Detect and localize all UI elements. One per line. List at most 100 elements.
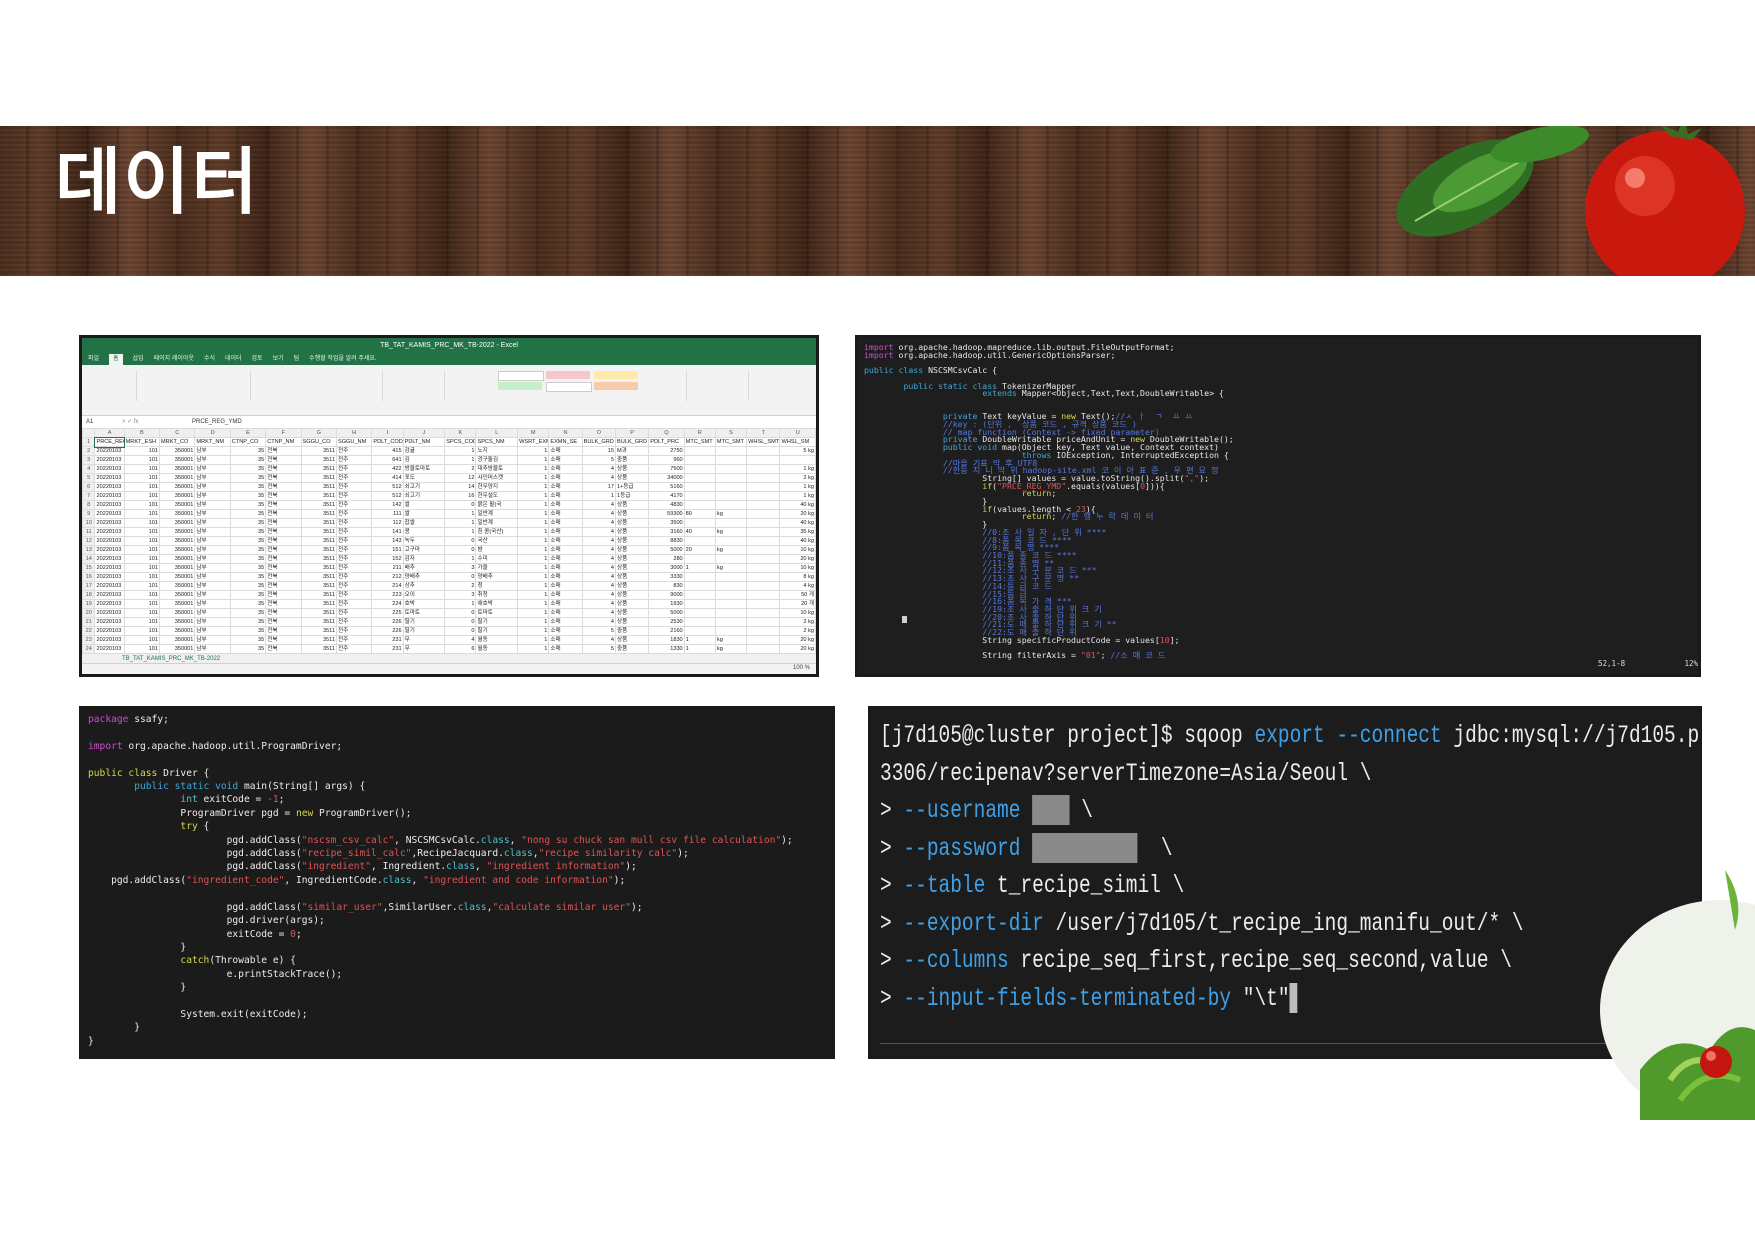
cell[interactable]: 상품 <box>614 500 650 510</box>
cell[interactable]: 전북 <box>265 572 302 582</box>
cell[interactable]: 225 <box>371 608 404 618</box>
cell[interactable]: 5000 <box>648 608 685 618</box>
cell[interactable]: 남부 <box>194 545 231 555</box>
cell[interactable] <box>746 572 781 582</box>
cell[interactable] <box>714 473 748 483</box>
cell[interactable]: 1330 <box>648 644 685 654</box>
alignment-group[interactable] <box>252 371 383 401</box>
header-cell[interactable]: WHSL_SM <box>779 437 816 447</box>
cell[interactable]: 3 <box>444 563 477 573</box>
cell[interactable]: 350001 <box>159 590 196 600</box>
font-group[interactable] <box>138 371 251 401</box>
cell[interactable]: 2 <box>444 464 477 474</box>
cell[interactable]: 1등급 <box>614 491 650 501</box>
cell[interactable]: 101 <box>123 446 161 456</box>
row-number[interactable]: 19 <box>82 599 96 609</box>
cell[interactable]: 3511 <box>300 464 337 474</box>
cell[interactable]: 40 kg <box>779 518 816 528</box>
cell[interactable]: 전주 <box>335 608 373 618</box>
cell[interactable]: 소매 <box>548 446 583 456</box>
cell[interactable]: 350001 <box>159 464 196 474</box>
cell[interactable]: 101 <box>123 518 161 528</box>
column-letter[interactable]: O <box>581 428 616 438</box>
cell[interactable]: 전주 <box>335 491 373 501</box>
cell[interactable]: 211 <box>371 563 404 573</box>
cell[interactable]: 상품 <box>614 572 650 582</box>
cell[interactable] <box>714 581 748 591</box>
cell[interactable]: 59300 <box>648 509 685 519</box>
header-cell[interactable]: WHSL_SMT <box>746 437 781 447</box>
cell[interactable]: 남부 <box>194 626 231 636</box>
cell[interactable]: 1 <box>517 518 550 528</box>
cell[interactable]: 34000 <box>648 473 685 483</box>
cell[interactable]: 남부 <box>194 599 231 609</box>
row-number[interactable]: 3 <box>82 455 96 465</box>
cell[interactable]: 상품 <box>614 617 650 627</box>
cell[interactable]: 101 <box>123 563 161 573</box>
cell[interactable]: 1 <box>517 626 550 636</box>
cell[interactable]: 1 <box>517 581 550 591</box>
column-letter[interactable]: E <box>229 428 267 438</box>
cell[interactable]: 4 <box>581 590 616 600</box>
cell[interactable]: 20220103 <box>94 635 125 645</box>
number-group[interactable] <box>384 371 445 401</box>
cell[interactable]: 일반계 <box>475 509 519 519</box>
cell[interactable]: 전주 <box>335 509 373 519</box>
cell[interactable]: 찹쌀 <box>402 518 446 528</box>
cell[interactable]: 2 kg <box>779 617 816 627</box>
cell[interactable]: 20220103 <box>94 626 125 636</box>
cell[interactable]: 414 <box>371 473 404 483</box>
cell[interactable] <box>746 608 781 618</box>
cell[interactable]: 남부 <box>194 464 231 474</box>
cell[interactable]: 전북 <box>265 545 302 555</box>
header-cell[interactable]: CTNP_NM <box>265 437 302 447</box>
cell[interactable]: 3511 <box>300 545 337 555</box>
row-number[interactable]: 23 <box>82 635 96 645</box>
cell[interactable]: 20 kg <box>779 644 816 654</box>
cells-group[interactable] <box>688 371 749 401</box>
cell[interactable]: 35 <box>229 527 267 537</box>
cell[interactable]: 1 <box>517 572 550 582</box>
cell[interactable]: 쇠고기 <box>402 482 446 492</box>
cell[interactable]: 231 <box>371 644 404 654</box>
cell[interactable] <box>746 491 781 501</box>
cell[interactable]: 상품 <box>614 581 650 591</box>
cell[interactable]: 소매 <box>548 455 583 465</box>
row-number[interactable]: 20 <box>82 608 96 618</box>
cell[interactable]: 전북 <box>265 509 302 519</box>
cell[interactable]: 월동 <box>475 635 519 645</box>
cell[interactable]: 전북 <box>265 446 302 456</box>
cell[interactable]: 35 <box>229 599 267 609</box>
cell[interactable]: 151 <box>371 545 404 555</box>
cell[interactable]: 5000 <box>648 545 685 555</box>
cell[interactable]: 남부 <box>194 554 231 564</box>
cell[interactable]: 호박 <box>402 599 446 609</box>
cell[interactable]: 1 <box>581 491 616 501</box>
cell[interactable]: 1 <box>683 563 716 573</box>
cell[interactable]: 취청 <box>475 590 519 600</box>
cell[interactable]: 3511 <box>300 500 337 510</box>
column-letter[interactable]: S <box>714 428 748 438</box>
cell[interactable]: 5 kg <box>779 446 816 456</box>
ribbon-tab[interactable]: 팀 <box>294 354 300 365</box>
column-letter[interactable]: L <box>475 428 519 438</box>
cell[interactable]: 50 개 <box>779 590 816 600</box>
cell[interactable]: 350001 <box>159 509 196 519</box>
ribbon-tab[interactable]: 검토 <box>252 354 263 365</box>
cell[interactable]: 배추 <box>402 563 446 573</box>
cell[interactable]: 3511 <box>300 572 337 582</box>
cell[interactable] <box>746 599 781 609</box>
column-letter[interactable]: I <box>371 428 404 438</box>
cell[interactable]: 1 <box>517 455 550 465</box>
header-cell[interactable]: WSRT_EXM <box>517 437 550 447</box>
cell[interactable]: 40 kg <box>779 536 816 546</box>
cell[interactable]: 전북 <box>265 554 302 564</box>
ribbon-tab[interactable]: 삽입 <box>133 354 144 365</box>
cell[interactable]: 101 <box>123 608 161 618</box>
cell[interactable]: 2530 <box>648 617 685 627</box>
column-letter[interactable]: D <box>194 428 231 438</box>
cell[interactable] <box>714 626 748 636</box>
cell[interactable]: 350001 <box>159 491 196 501</box>
cell[interactable]: 남부 <box>194 455 231 465</box>
cell[interactable]: 35 <box>229 491 267 501</box>
